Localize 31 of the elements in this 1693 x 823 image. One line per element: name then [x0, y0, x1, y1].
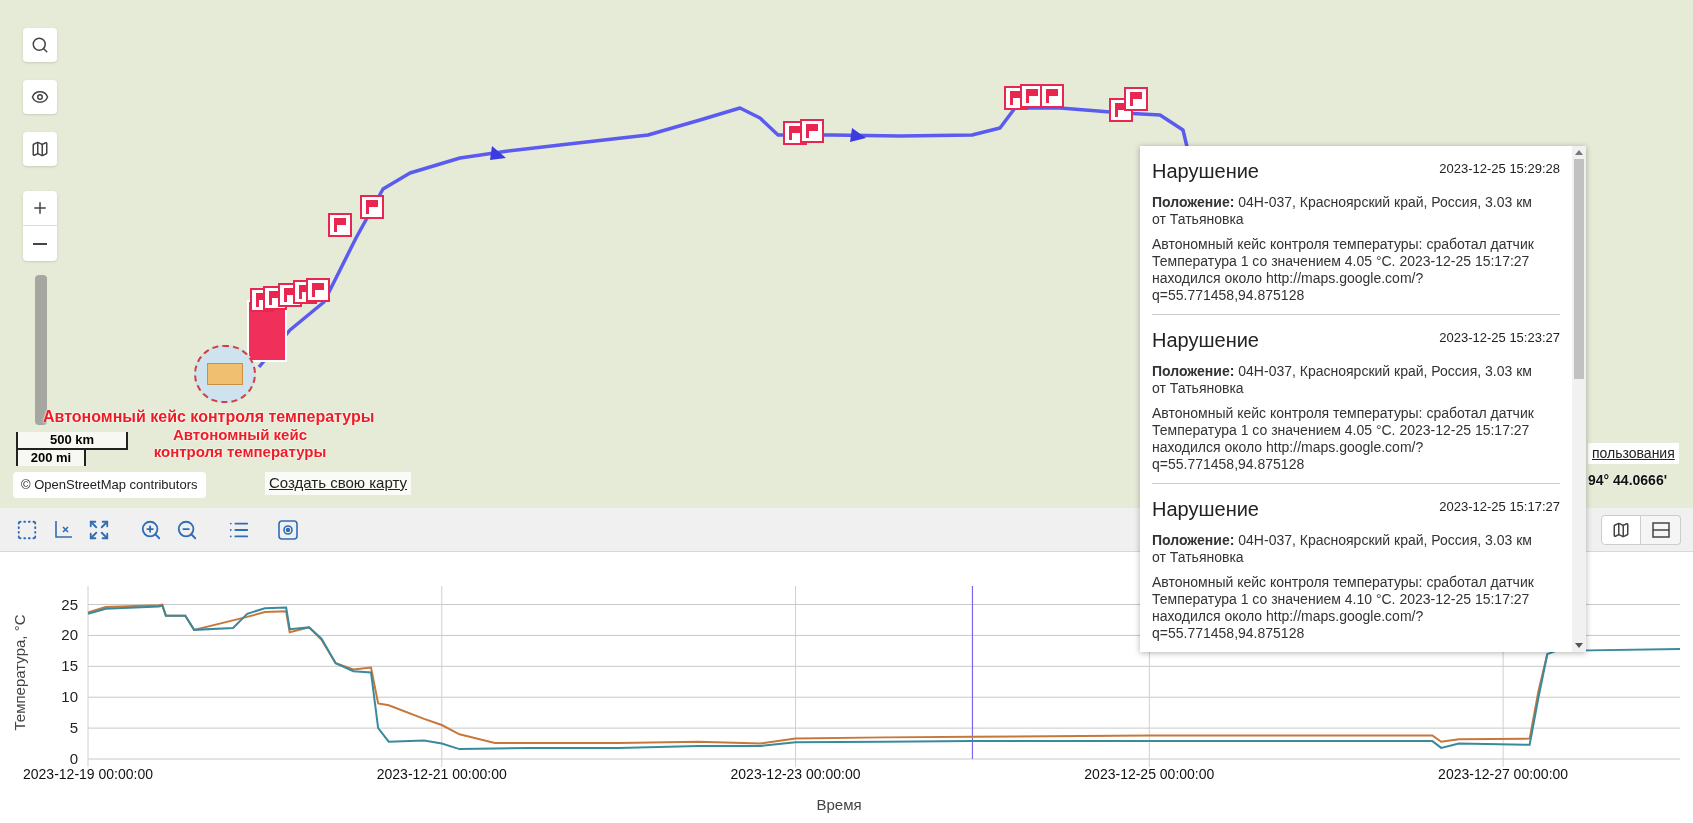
event-message: Автономный кейс контроля температуры: сработал датчик Температура 1 со значением 4.05 °C. 2023-12-25 15:17:27 находился около http://maps.google.com/?q=55.771458,94.875128	[1152, 405, 1535, 473]
event-title: Нарушение	[1152, 328, 1259, 353]
axis-tick-label: 15	[61, 657, 78, 675]
axis-tick-label: 5	[69, 719, 78, 737]
event-position: Положение: 04H-037, Красноярский край, Россия, 3.03 км от Татьяновка	[1152, 363, 1533, 397]
create-map-link[interactable]: Создать свою карту	[265, 472, 412, 495]
event-time: 2023-12-25 15:23:27	[1439, 329, 1560, 347]
axis-title: Температура, °C	[11, 614, 28, 731]
axis-tick-label: 2023-12-21 00:00:00	[376, 766, 507, 782]
event-position: Положение: 04H-037, Красноярский край, Россия, 3.03 км от Татьяновка	[1152, 194, 1533, 228]
event-message: Автономный кейс контроля температуры: сработал датчик Температура 1 со значением 4.05 °C. 2023-12-25 15:17:27 находился около http://maps.google.com/?q=55.771458,94.875128	[1152, 236, 1535, 304]
axis-tick-label: 25	[61, 595, 78, 613]
event-message: Автономный кейс контроля температуры: сработал датчик Температура 1 со значением 4.10 °C. 2023-12-25 15:17:27 находился около http://maps.google.com/?q=55.771458,94.875128	[1152, 574, 1535, 642]
axis-tick-label: 2023-12-23 00:00:00	[730, 766, 861, 782]
object-label: Автономный кейс контроля температуры	[43, 407, 375, 427]
terms-link[interactable]: пользования	[1588, 443, 1679, 464]
event-position: Положение: 04H-037, Красноярский край, Россия, 3.03 км от Татьяновка	[1152, 532, 1533, 566]
event-time: 2023-12-25 15:29:28	[1439, 160, 1560, 178]
coordinates-text: 94° 44.0666'	[1588, 471, 1667, 490]
axis-title: Время	[816, 796, 862, 813]
axis-tick-label: 2023-12-25 00:00:00	[1084, 766, 1215, 782]
map-attribution: © OpenStreetMap contributors	[13, 472, 206, 498]
axis-tick-label: 10	[61, 688, 78, 706]
event-title: Нарушение	[1152, 159, 1259, 184]
axis-tick-label: 0	[69, 750, 78, 767]
axis-tick-label: 2023-12-19 00:00:00	[23, 766, 153, 782]
axis-tick-label: 20	[61, 626, 78, 644]
object-label: Автономный кейс контроля температуры	[152, 426, 328, 460]
scale-bar: 500 km	[16, 432, 128, 450]
scale-bar: 200 mi	[16, 450, 86, 466]
axis-tick-label: 2023-12-27 00:00:00	[1438, 766, 1569, 782]
